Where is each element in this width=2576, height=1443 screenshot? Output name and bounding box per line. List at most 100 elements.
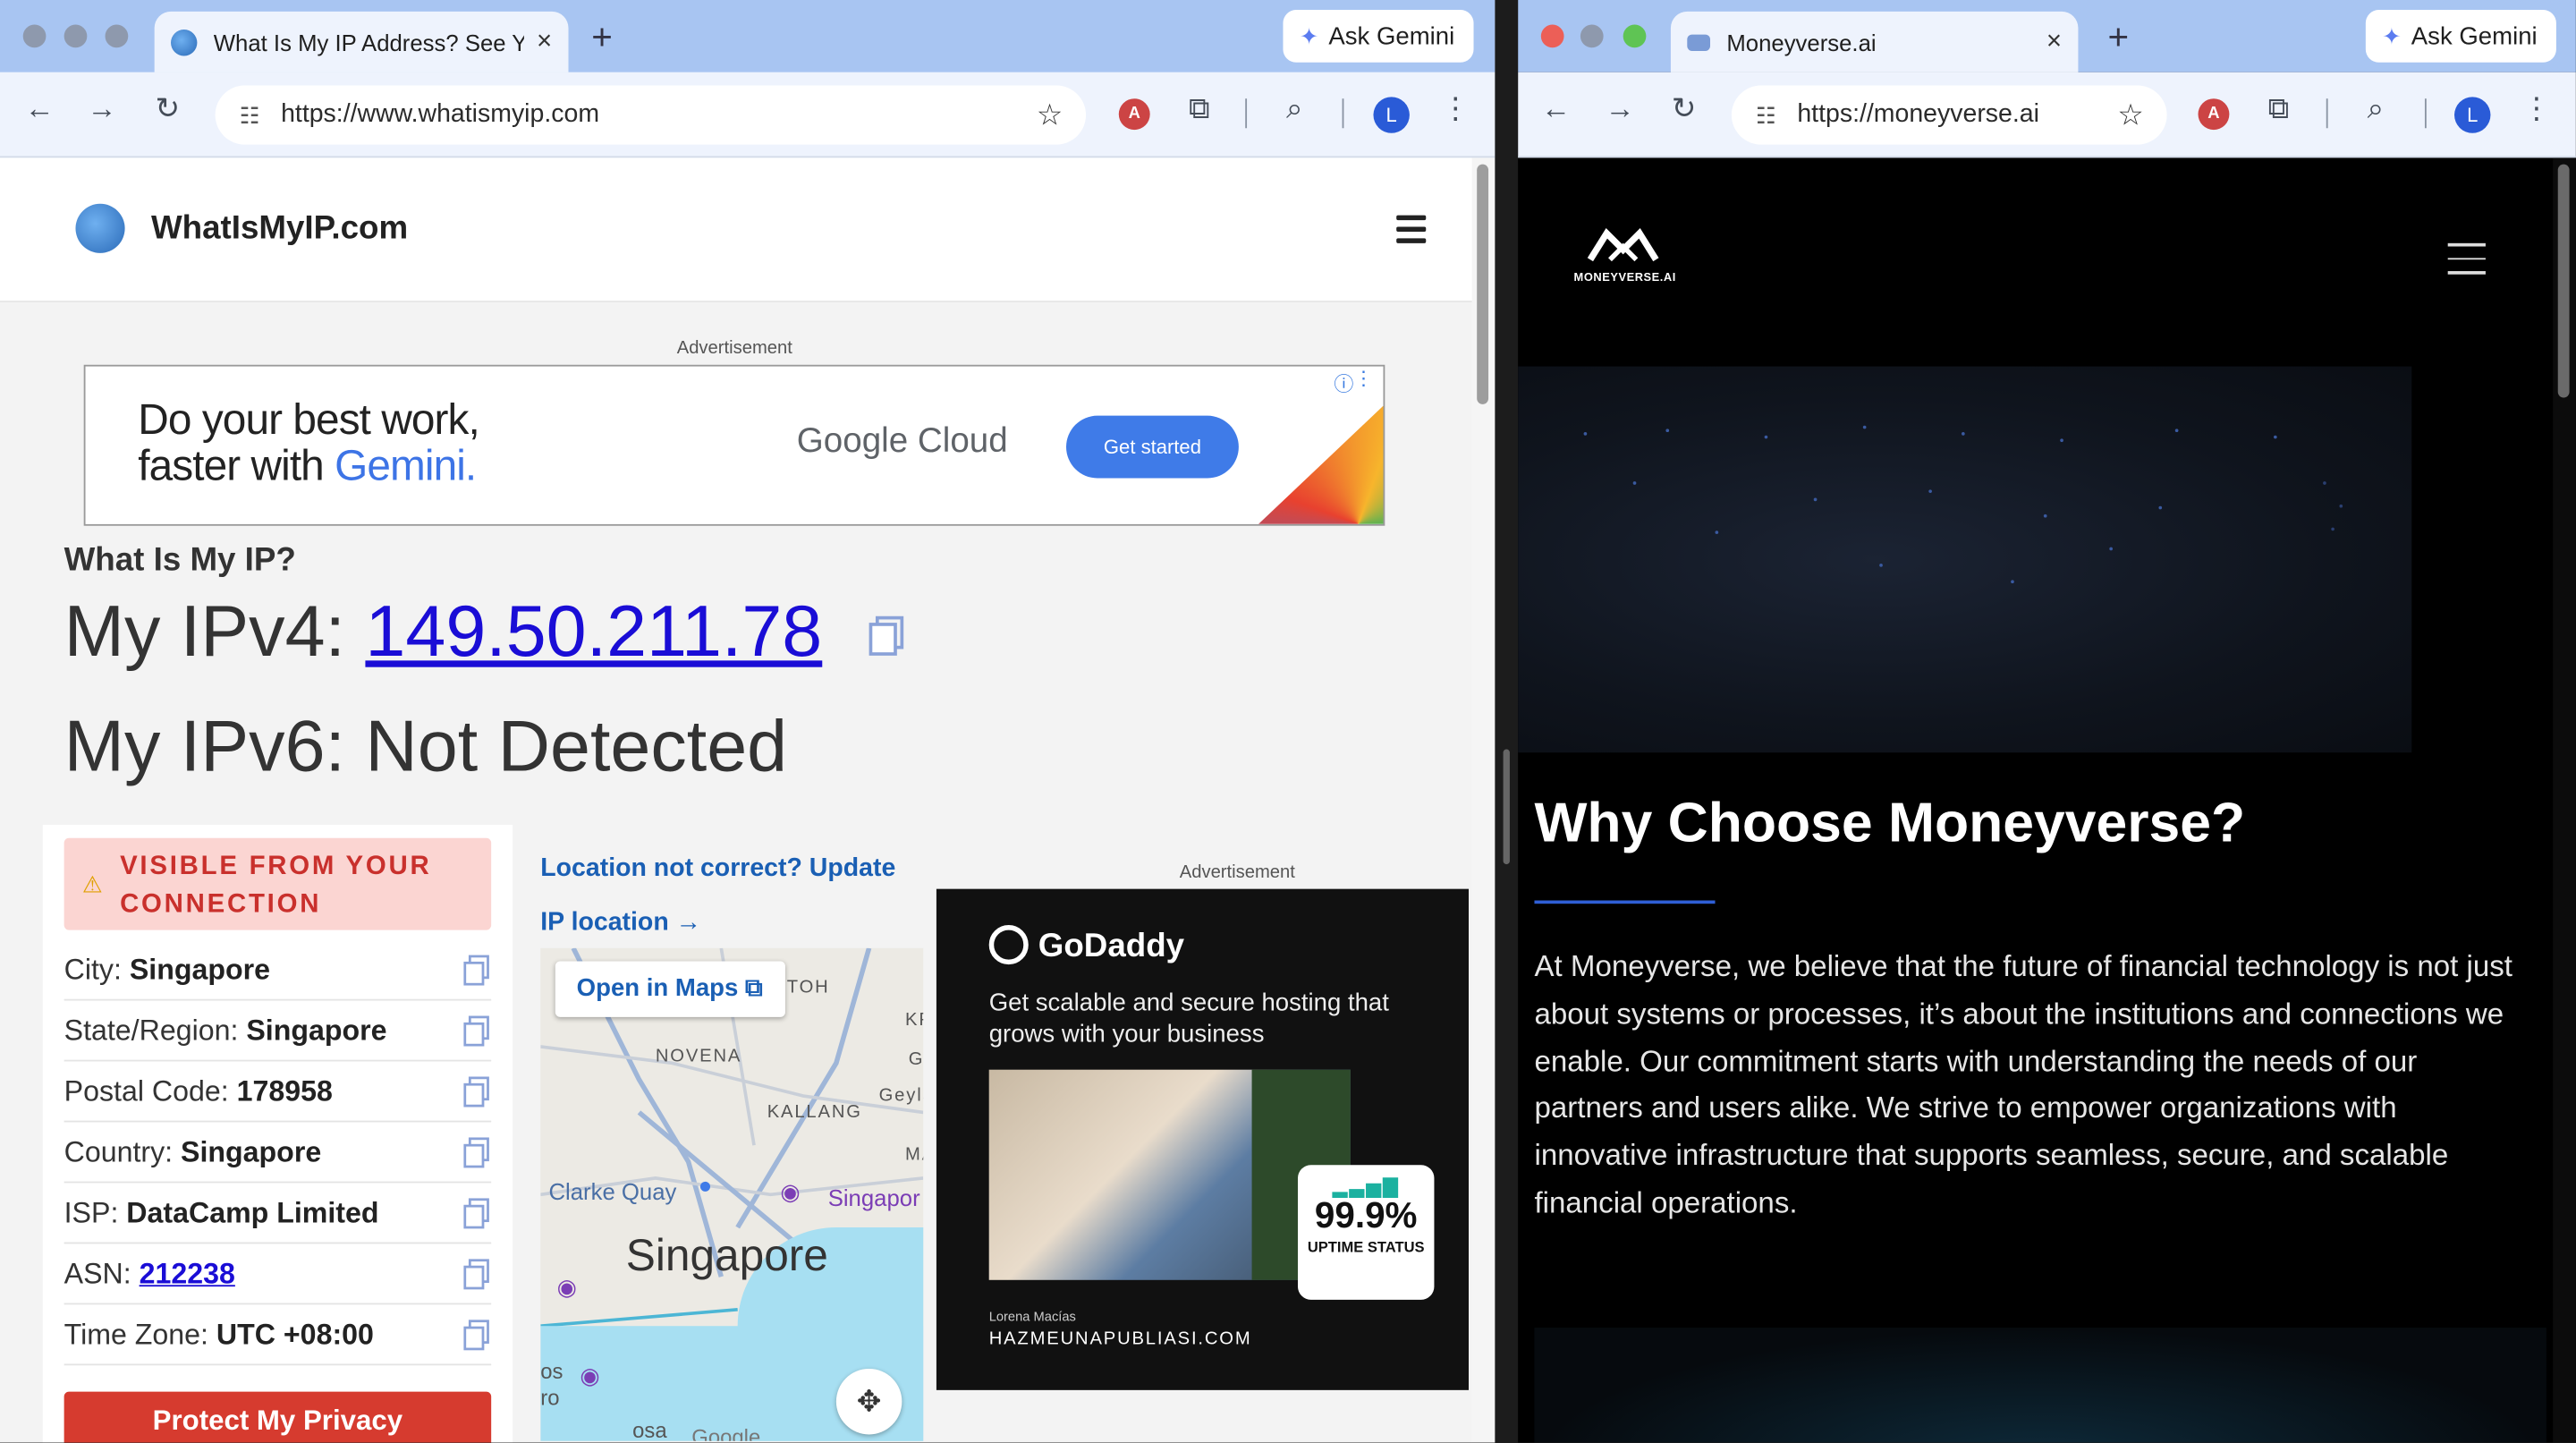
tab-title: Moneyverse.ai	[1726, 29, 1877, 55]
copy-icon[interactable]	[462, 1015, 491, 1047]
tab-bar: Moneyverse.ai × + ✦ Ask Gemini	[1518, 0, 2576, 72]
ad-options-icon[interactable]: ⋮	[1353, 367, 1373, 390]
copy-ipv4-icon[interactable]	[866, 615, 909, 658]
warning-text: VISIBLE FROM YOUR CONNECTION	[120, 853, 432, 919]
map-fullscreen-icon[interactable]: ✥	[835, 1368, 902, 1435]
ip-detail-text: ISP: DataCamp Limited	[64, 1196, 379, 1229]
bookmark-star-icon[interactable]: ☆	[2117, 98, 2144, 132]
minimize-window-button[interactable]	[1580, 24, 1604, 48]
map-label: osa	[632, 1418, 667, 1441]
scrollbar-thumb[interactable]	[2557, 164, 2570, 398]
tab-whatismyip[interactable]: What Is My IP Address? See Your Public A…	[154, 11, 569, 72]
globe-favicon-icon	[171, 29, 198, 55]
divider-handle[interactable]	[1503, 749, 1510, 865]
toolbar-separator	[2326, 98, 2328, 129]
ip-detail-row: ASN: 212238	[64, 1244, 492, 1305]
url-text: https://moneyverse.ai	[1797, 100, 2039, 129]
back-arrow-icon[interactable]: ←	[21, 92, 57, 127]
map-poi-camera-icon[interactable]: ◉	[780, 1178, 800, 1206]
godaddy-logo-icon	[988, 925, 1029, 965]
new-tab-button[interactable]: +	[591, 16, 613, 59]
copy-icon[interactable]	[462, 1320, 491, 1351]
copy-icon[interactable]	[462, 1076, 491, 1108]
extensions-puzzle-icon[interactable]: ⧉	[1182, 92, 1217, 127]
map-poi-camera-icon[interactable]: ◉	[557, 1273, 577, 1301]
map-city-label: Singapore	[625, 1230, 828, 1280]
protect-privacy-button[interactable]: Protect My Privacy	[64, 1391, 492, 1443]
site-info-icon[interactable]: ☷	[1741, 101, 1791, 129]
godaddy-ad[interactable]: GoDaddy Get scalable and secure hosting …	[936, 888, 1470, 1390]
left-browser-window: What Is My IP Address? See Your Public A…	[0, 0, 1496, 1443]
close-window-button[interactable]	[1540, 24, 1564, 48]
maximize-window-button[interactable]	[1623, 24, 1647, 48]
map-label: MA	[905, 1145, 923, 1166]
map-label: TOH	[786, 977, 830, 997]
asn-link[interactable]: 212238	[140, 1257, 235, 1290]
ask-gemini-button[interactable]: ✦ Ask Gemini	[2365, 10, 2557, 63]
scrollbar-thumb[interactable]	[1477, 164, 1489, 404]
map-location-pin-icon[interactable]: ●	[699, 1172, 713, 1198]
reload-icon[interactable]: ↻	[1665, 92, 1701, 127]
page-viewport: MONEYVERSE.AI Why Choose Moneyverse? At …	[1518, 157, 2576, 1443]
map-label: ro	[540, 1385, 560, 1410]
update-location-link[interactable]: Location not correct? Update IP location…	[540, 841, 918, 949]
ad-site-url: HAZMEUNAPUBLIASI.COM	[988, 1328, 1252, 1349]
ip-detail-text: Postal Code: 178958	[64, 1074, 333, 1108]
copy-icon[interactable]	[462, 955, 491, 986]
tab-search-icon[interactable]: ⌕	[2358, 92, 2394, 127]
new-tab-button[interactable]: +	[2107, 16, 2129, 59]
ip-detail-text: City: Singapore	[64, 953, 271, 987]
split-view-divider[interactable]	[1495, 0, 1519, 1443]
ipv4-address-link[interactable]: 149.50.211.78	[365, 591, 822, 672]
title-underline	[1534, 900, 1716, 904]
ad-gradient-art	[1258, 405, 1384, 524]
extension-a-icon[interactable]: A	[2198, 98, 2230, 131]
ad-info-icon[interactable]: ⓘ	[1334, 369, 1353, 397]
site-info-icon[interactable]: ☷	[225, 101, 275, 129]
copy-icon[interactable]	[462, 1198, 491, 1229]
get-started-button[interactable]: Get started	[1066, 415, 1239, 479]
profile-avatar[interactable]: L	[1373, 97, 1410, 133]
hamburger-menu-icon[interactable]	[2447, 242, 2486, 285]
forward-arrow-icon[interactable]: →	[84, 92, 120, 127]
whatismyip-logo-icon[interactable]	[75, 203, 125, 253]
close-tab-icon[interactable]: ×	[537, 27, 552, 56]
page-viewport: WhatIsMyIP.com Advertisement Do your bes…	[0, 157, 1496, 1443]
ip-detail-text: State/Region: Singapore	[64, 1014, 387, 1047]
profile-avatar[interactable]: L	[2454, 97, 2491, 133]
back-arrow-icon[interactable]: ←	[1538, 92, 1573, 127]
site-brand[interactable]: WhatIsMyIP.com	[151, 210, 408, 248]
menu-kebab-icon[interactable]: ⋮	[2519, 92, 2555, 127]
page-scrollbar[interactable]	[2553, 157, 2576, 1443]
close-tab-icon[interactable]: ×	[2046, 27, 2062, 56]
copy-icon[interactable]	[462, 1137, 491, 1168]
forward-arrow-icon[interactable]: →	[1602, 92, 1638, 127]
address-bar[interactable]: ☷ https://www.whatismyip.com ☆	[215, 85, 1087, 145]
map-poi-camera-icon[interactable]: ◉	[580, 1362, 599, 1390]
ask-gemini-button[interactable]: ✦ Ask Gemini	[1283, 10, 1475, 63]
extension-a-icon[interactable]: A	[1118, 98, 1150, 131]
hamburger-menu-icon[interactable]	[1396, 215, 1427, 250]
bookmark-star-icon[interactable]: ☆	[1037, 98, 1063, 132]
reload-icon[interactable]: ↻	[149, 92, 185, 127]
logo-wordmark: MONEYVERSE.AI	[1573, 272, 1676, 284]
map-label: os	[540, 1358, 564, 1384]
address-bar[interactable]: ☷ https://moneyverse.ai ☆	[1731, 85, 2167, 145]
menu-kebab-icon[interactable]: ⋮	[1437, 92, 1473, 127]
tab-moneyverse[interactable]: Moneyverse.ai ×	[1670, 11, 2079, 72]
google-cloud-ad[interactable]: Do your best work, faster with Gemini. G…	[83, 364, 1385, 526]
copy-icon[interactable]	[462, 1259, 491, 1290]
page-scrollbar[interactable]	[1471, 157, 1496, 1443]
warning-icon: ⚠	[81, 870, 103, 897]
location-map[interactable]: Open in Maps ⧉ NOVENA KALLANG Clarke Qua…	[540, 947, 924, 1441]
open-in-maps-button[interactable]: Open in Maps ⧉	[555, 961, 785, 1017]
google-cloud-logo: Google Cloud	[796, 422, 1008, 461]
map-label: Clarke Quay	[548, 1177, 677, 1205]
maximize-window-button[interactable]	[105, 24, 129, 48]
minimize-window-button[interactable]	[64, 24, 88, 48]
close-window-button[interactable]	[22, 24, 47, 48]
tab-search-icon[interactable]: ⌕	[1276, 92, 1312, 127]
moneyverse-logo[interactable]: MONEYVERSE.AI	[1573, 226, 1676, 292]
toolbar-separator	[1342, 98, 1344, 129]
extensions-puzzle-icon[interactable]: ⧉	[2260, 92, 2296, 127]
